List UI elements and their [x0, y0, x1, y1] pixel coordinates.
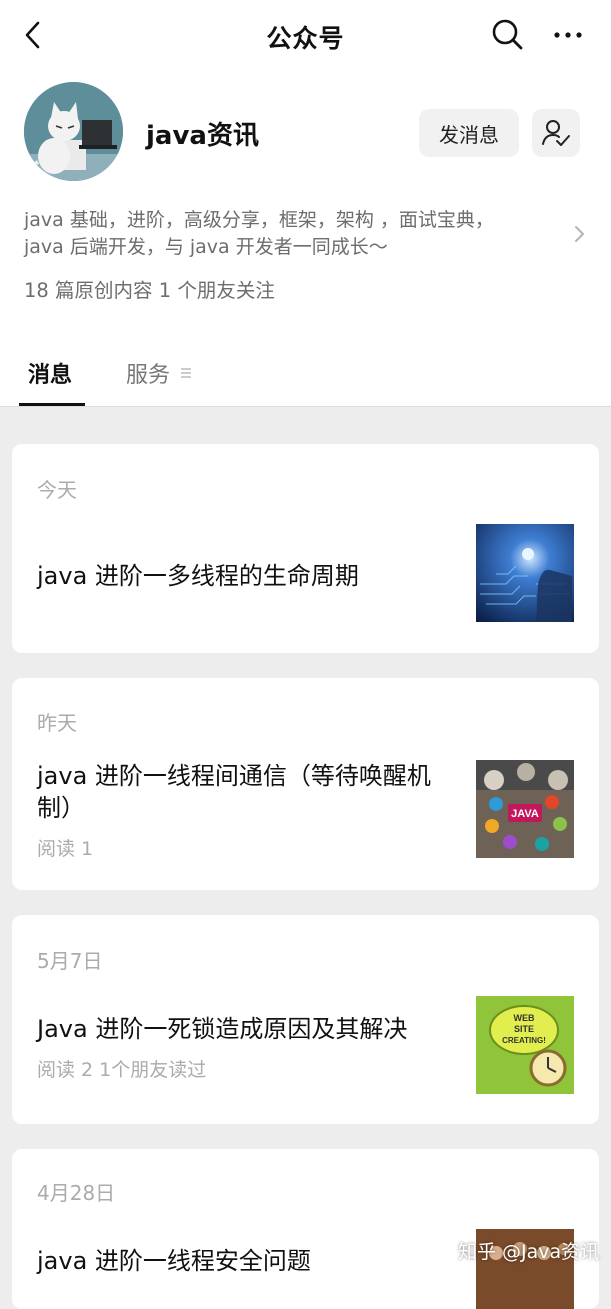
- top-bar: 公众号: [0, 0, 611, 70]
- user-check-icon: [542, 120, 570, 146]
- tab-services[interactable]: 服务: [126, 357, 170, 389]
- account-stats: 18 篇原创内容 1 个朋友关注: [24, 279, 275, 302]
- search-button[interactable]: [489, 16, 525, 52]
- chevron-right-icon[interactable]: [570, 222, 588, 246]
- article-card[interactable]: 昨天 java 进阶一线程间通信（等待唤醒机制） 阅读 1 JAVA: [12, 678, 599, 890]
- article-title[interactable]: java 进阶一多线程的生命周期: [37, 560, 457, 592]
- article-card[interactable]: 今天 java 进阶一多线程的生命周期: [12, 444, 599, 653]
- article-meta: 阅读 1: [37, 838, 94, 860]
- article-date: 昨天: [37, 711, 77, 735]
- account-name: java资讯: [146, 121, 259, 151]
- follow-button[interactable]: [532, 109, 580, 157]
- divider: [0, 406, 611, 407]
- cat-avatar-image: [24, 82, 123, 181]
- more-button[interactable]: [548, 16, 588, 52]
- tab-messages[interactable]: 消息: [28, 357, 72, 389]
- java-icons-image: JAVA: [476, 760, 574, 858]
- article-date: 5月7日: [37, 949, 103, 973]
- more-icon: [554, 32, 582, 38]
- watermark: 知乎 @Java资讯: [458, 1241, 600, 1263]
- account-description[interactable]: java 基础，进阶，高级分享，框架，架构 ，面试宝典， java 后端开发，与…: [24, 207, 554, 261]
- description-line: java 基础，进阶，高级分享，框架，架构 ，面试宝典，: [24, 209, 494, 231]
- description-line: java 后端开发，与 java 开发者一同成长～: [24, 236, 388, 258]
- account-header: 公众号 java资讯 发消息 java 基础，进阶，高级分享，框架，架构 ，面试…: [0, 0, 611, 407]
- web-text: WEB: [514, 1013, 535, 1023]
- article-thumbnail[interactable]: WEB SITE CREATING!: [476, 996, 574, 1094]
- avatar[interactable]: [24, 82, 123, 181]
- java-badge: JAVA: [511, 808, 539, 820]
- menu-icon: [181, 368, 191, 378]
- article-title[interactable]: java 进阶一线程间通信（等待唤醒机制）: [37, 760, 457, 824]
- send-message-button[interactable]: 发消息: [419, 109, 519, 157]
- web-text: SITE: [514, 1024, 534, 1034]
- article-title[interactable]: Java 进阶一死锁造成原因及其解决: [37, 1013, 457, 1045]
- web-text: CREATING!: [502, 1036, 546, 1045]
- article-date: 今天: [37, 478, 77, 502]
- article-thumbnail[interactable]: [476, 524, 574, 622]
- article-card[interactable]: 5月7日 Java 进阶一死锁造成原因及其解决 阅读 2 1个朋友读过 WEB …: [12, 915, 599, 1124]
- web-site-creating-image: WEB SITE CREATING!: [476, 996, 574, 1094]
- search-icon: [492, 19, 523, 50]
- tech-hand-image: [476, 524, 574, 622]
- article-meta: 阅读 2 1个朋友读过: [37, 1059, 207, 1081]
- article-card[interactable]: 4月28日 java 进阶一线程安全问题: [12, 1149, 599, 1309]
- article-thumbnail[interactable]: JAVA: [476, 760, 574, 858]
- article-title[interactable]: java 进阶一线程安全问题: [37, 1245, 457, 1277]
- article-date: 4月28日: [37, 1181, 116, 1205]
